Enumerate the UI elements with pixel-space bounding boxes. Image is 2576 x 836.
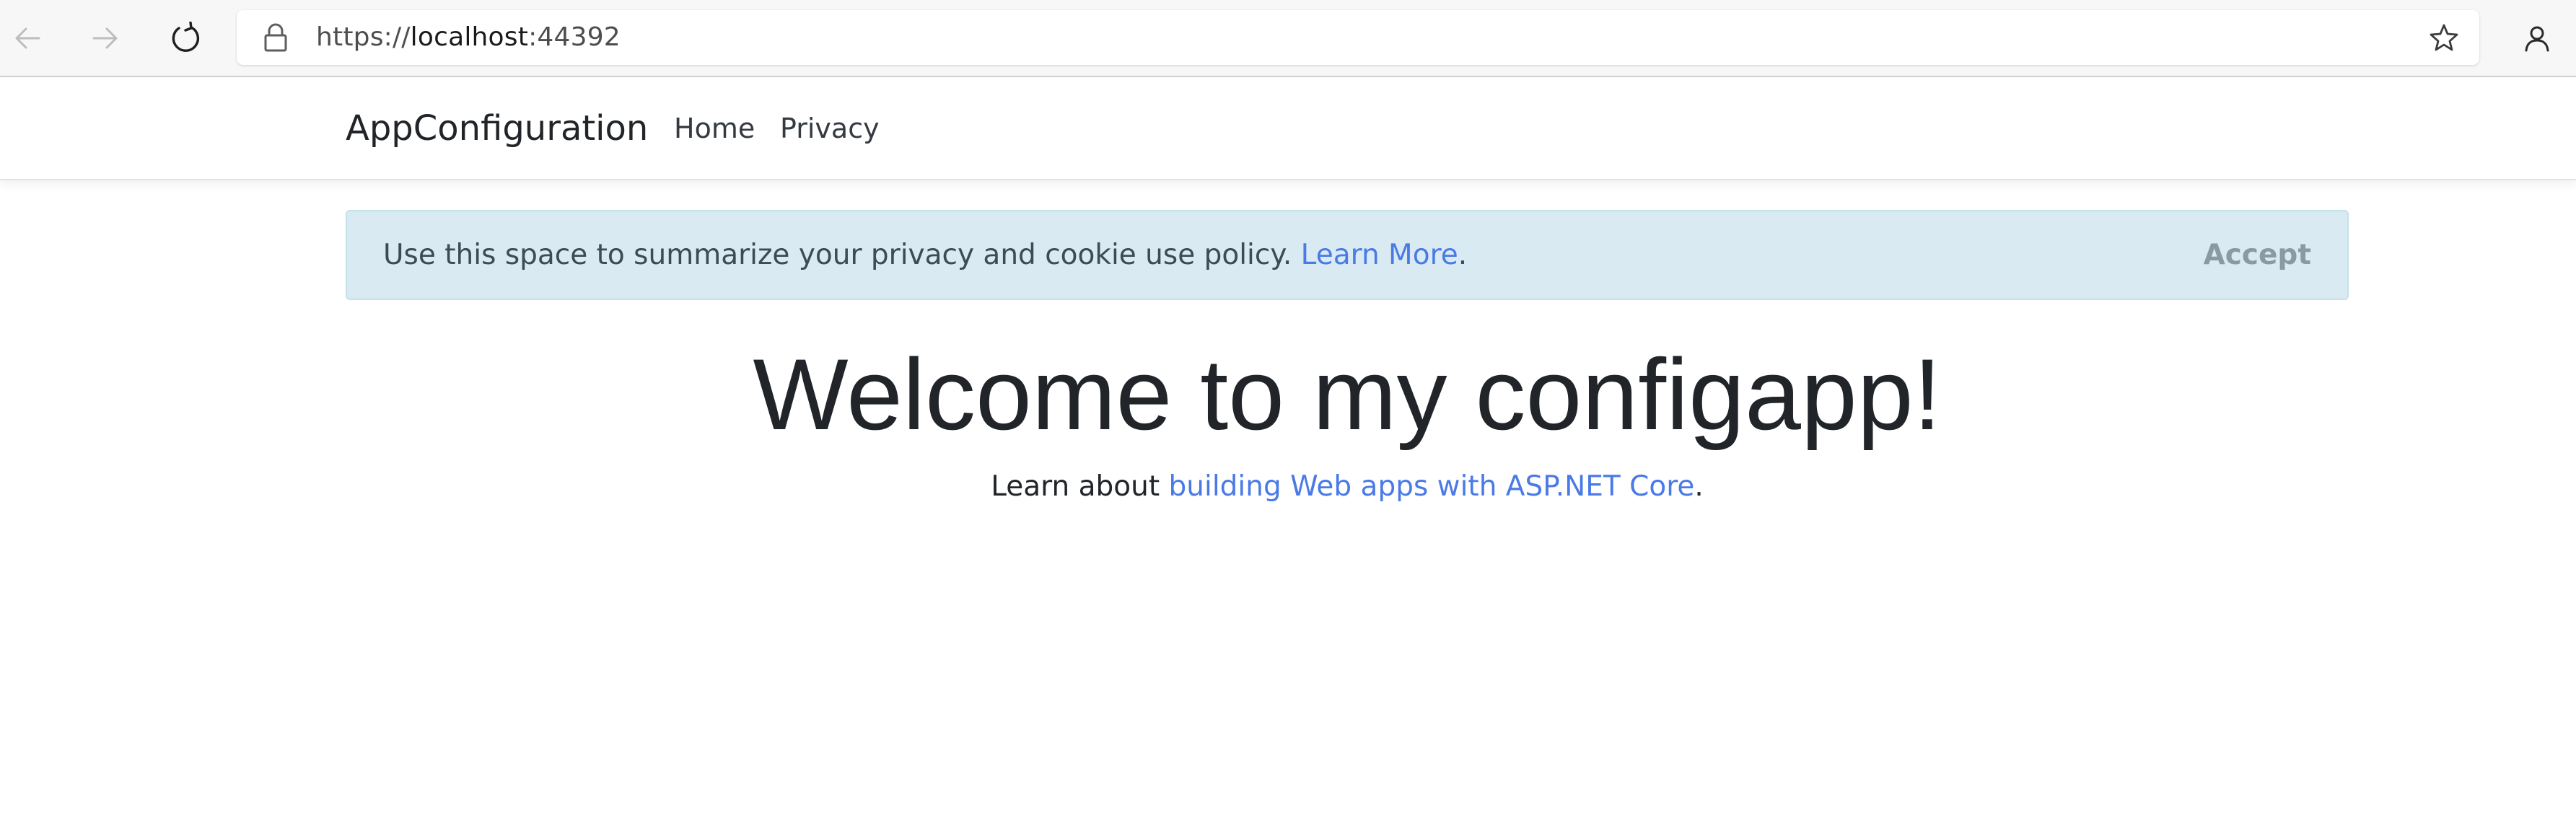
url-scheme: https://: [316, 22, 411, 52]
nav-link-privacy[interactable]: Privacy: [780, 77, 880, 180]
profile-button[interactable]: [2511, 12, 2563, 64]
page-heading: Welcome to my configapp!: [753, 338, 1942, 451]
person-icon: [2525, 26, 2549, 52]
address-bar[interactable]: https://localhost:44392: [237, 10, 2479, 65]
url-port: :44392: [528, 22, 621, 52]
intro-suffix: .: [1694, 470, 1704, 503]
site-navbar: AppConfiguration Home Privacy: [0, 77, 2576, 180]
forward-button[interactable]: [79, 12, 131, 64]
reload-button[interactable]: [160, 12, 212, 64]
lock-icon: [264, 23, 287, 52]
reload-icon: [172, 22, 199, 52]
intro-prefix: Learn about: [991, 470, 1169, 503]
browser-toolbar: https://localhost:44392: [0, 0, 2576, 77]
cookie-consent-alert: Use this space to summarize your privacy…: [346, 210, 2349, 300]
aspnet-core-link[interactable]: building Web apps with ASP.NET Core: [1169, 470, 1695, 503]
nav-link-home[interactable]: Home: [674, 77, 755, 180]
accept-button[interactable]: Accept: [2204, 211, 2311, 299]
cookie-consent-message: Use this space to summarize your privacy…: [383, 211, 1467, 299]
url-host: localhost: [410, 22, 529, 52]
learn-more-link[interactable]: Learn More: [1301, 239, 1458, 271]
url-text[interactable]: https://localhost:44392: [316, 10, 621, 65]
arrow-right-icon: [92, 27, 118, 49]
star-icon[interactable]: [2429, 22, 2459, 53]
cookie-message-text: Use this space to summarize your privacy…: [383, 239, 1301, 271]
arrow-left-icon: [15, 27, 40, 49]
back-button[interactable]: [1, 12, 53, 64]
cookie-message-suffix: .: [1458, 239, 1468, 271]
navbar-brand[interactable]: AppConfiguration: [346, 77, 648, 180]
intro-paragraph: Learn about building Web apps with ASP.N…: [0, 469, 2576, 505]
